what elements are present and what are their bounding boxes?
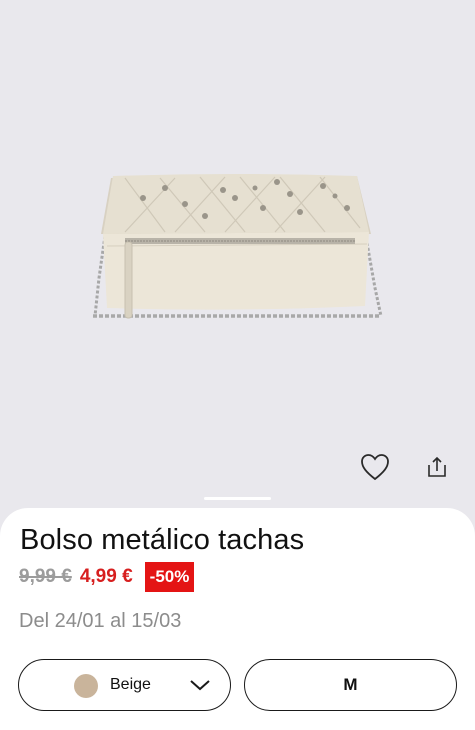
price-row: 9,99 € 4,99 € -50% bbox=[19, 562, 195, 592]
product-image bbox=[93, 174, 383, 319]
color-selector[interactable]: Beige bbox=[18, 659, 231, 711]
color-selector-label: Beige bbox=[110, 676, 151, 693]
color-swatch bbox=[74, 674, 98, 698]
chevron-down-icon bbox=[190, 680, 210, 691]
sale-price: 4,99 € bbox=[79, 566, 133, 587]
product-image-area bbox=[0, 0, 475, 515]
discount-badge: -50% bbox=[144, 562, 195, 592]
heart-icon bbox=[361, 454, 389, 481]
size-selector[interactable]: M bbox=[244, 659, 457, 711]
old-price: 9,99 € bbox=[19, 566, 72, 587]
share-button[interactable] bbox=[422, 452, 452, 482]
size-selector-label: M bbox=[343, 675, 358, 694]
promotion-dates: Del 24/01 al 15/03 bbox=[19, 610, 182, 632]
drag-handle[interactable] bbox=[204, 497, 271, 500]
product-name: Bolso metálico tachas bbox=[20, 524, 305, 556]
share-icon bbox=[428, 456, 446, 477]
favorite-button[interactable] bbox=[358, 450, 392, 484]
